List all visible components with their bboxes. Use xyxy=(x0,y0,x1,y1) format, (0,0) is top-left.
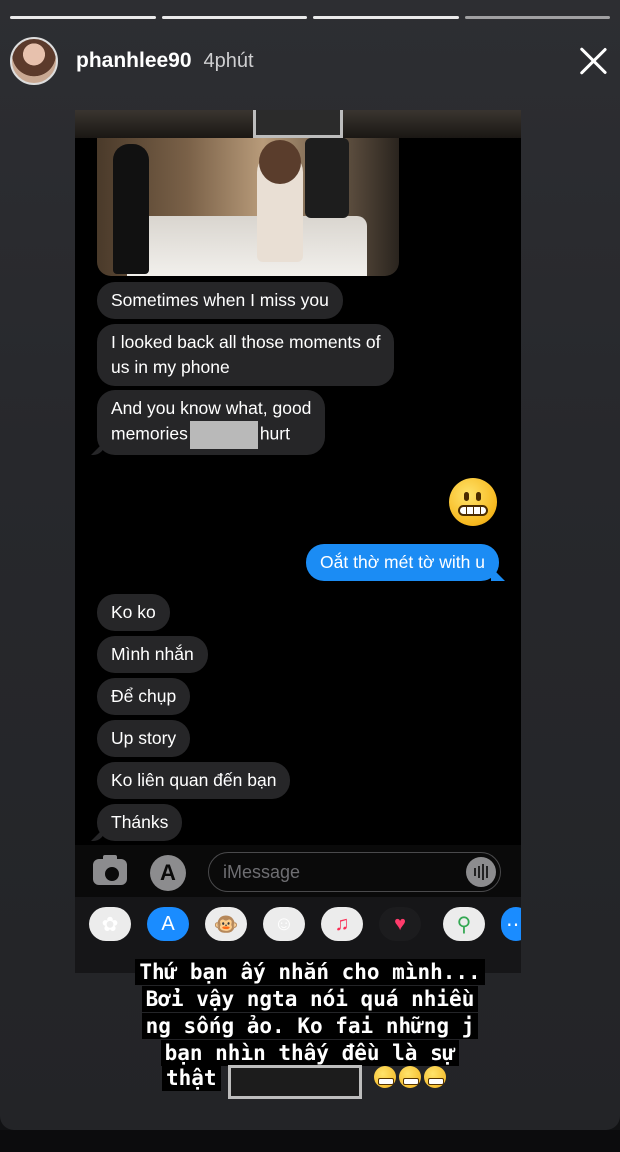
message-bubble-outgoing: Oắt thờ mét tờ with u xyxy=(306,544,499,581)
input-placeholder: iMessage xyxy=(223,862,301,882)
caption-line: bạn nhìn thấy đều là sự xyxy=(0,1040,620,1066)
more-apps-icon[interactable]: ⋯ xyxy=(501,907,521,941)
grimacing-emoji-message xyxy=(449,478,497,526)
message-text: Up story xyxy=(111,728,177,748)
app-store-icon[interactable]: A xyxy=(147,907,189,941)
monkey-memoji-icon[interactable]: 🐵 xyxy=(205,907,247,941)
story-viewer: phanhlee90 4phút Sometimes when I miss y… xyxy=(0,0,620,1130)
audio-waveform-icon[interactable] xyxy=(466,857,496,887)
maps-icon[interactable]: ⚲ xyxy=(443,907,485,941)
message-bubble-incoming: Để chụp xyxy=(97,678,191,715)
message-text: Ko ko xyxy=(111,602,156,622)
digital-touch-icon[interactable]: ♥ xyxy=(379,907,421,941)
censor-box xyxy=(228,1065,362,1099)
message-bubble-incoming: Thánks xyxy=(97,804,183,841)
message-text: I looked back all those moments of xyxy=(111,332,381,352)
avatar[interactable] xyxy=(10,37,58,85)
imessage-input[interactable]: iMessage xyxy=(208,852,501,892)
message-text: hurt xyxy=(259,423,290,444)
progress-segment xyxy=(313,16,459,19)
message-bubble-incoming: Mình nhắn xyxy=(97,636,208,673)
censor-box xyxy=(189,421,258,449)
message-text: Oắt thờ mét tờ with u xyxy=(320,552,485,572)
message-bubble-incoming: And you know what, good memories hurt xyxy=(97,390,326,455)
message-text: memories xyxy=(111,423,188,444)
story-header: phanhlee90 4phút xyxy=(10,36,610,86)
message-text: Sometimes when I miss you xyxy=(111,290,329,310)
message-bubble-incoming: Ko ko xyxy=(97,594,170,631)
music-icon[interactable]: ♫ xyxy=(321,907,363,941)
message-bubble-incoming: Sometimes when I miss you xyxy=(97,282,343,319)
message-text: Ko liên quan đến bạn xyxy=(111,770,277,790)
caption-line: Thứ bạn ấy nhắn cho mình... xyxy=(0,959,620,985)
caption-text: thật xyxy=(162,1065,221,1091)
camera-icon[interactable] xyxy=(93,855,127,885)
shared-photo xyxy=(97,138,399,276)
message-bubble-incoming: Ko liên quan đến bạn xyxy=(97,762,291,799)
story-progress-bar xyxy=(10,16,610,19)
progress-segment xyxy=(161,16,307,19)
grimacing-emoji xyxy=(374,1066,396,1088)
message-text: Thánks xyxy=(111,812,169,832)
caption-text: Thứ bạn ấy nhắn cho mình... xyxy=(135,959,485,985)
grimacing-emoji xyxy=(424,1066,446,1088)
grimacing-emoji xyxy=(399,1066,421,1088)
message-text: And you know what, good xyxy=(111,398,312,418)
progress-segment xyxy=(464,16,610,19)
progress-segment xyxy=(10,16,156,19)
app-store-icon[interactable]: A xyxy=(150,855,186,891)
message-bubble-incoming: I looked back all those moments of us in… xyxy=(97,324,395,386)
message-text: Để chụp xyxy=(111,686,177,706)
caption-line: Bởi vậy ngta nói quá nhiều xyxy=(0,986,620,1012)
message-bubble-incoming: Up story xyxy=(97,720,191,757)
imessage-screenshot: Sometimes when I miss you I looked back … xyxy=(75,110,521,973)
caption-text: Bởi vậy ngta nói quá nhiều xyxy=(141,986,479,1012)
photos-icon[interactable]: ✿ xyxy=(89,907,131,941)
caption-line: thật xyxy=(162,1065,221,1091)
username[interactable]: phanhlee90 xyxy=(76,49,192,73)
caption-text: ng sống ảo. Ko fai những j xyxy=(141,1013,479,1039)
message-text: Mình nhắn xyxy=(111,644,194,664)
caption-text: bạn nhìn thấy đều là sự xyxy=(160,1040,460,1066)
close-icon[interactable] xyxy=(576,44,610,78)
message-text: us in my phone xyxy=(111,357,230,377)
caption-line: ng sống ảo. Ko fai những j xyxy=(0,1013,620,1039)
memoji-icon[interactable]: ☺ xyxy=(263,907,305,941)
bottom-strip xyxy=(0,1130,620,1152)
post-time: 4phút xyxy=(203,49,254,72)
compose-bar: A iMessage xyxy=(75,845,521,897)
censor-box xyxy=(253,110,343,138)
